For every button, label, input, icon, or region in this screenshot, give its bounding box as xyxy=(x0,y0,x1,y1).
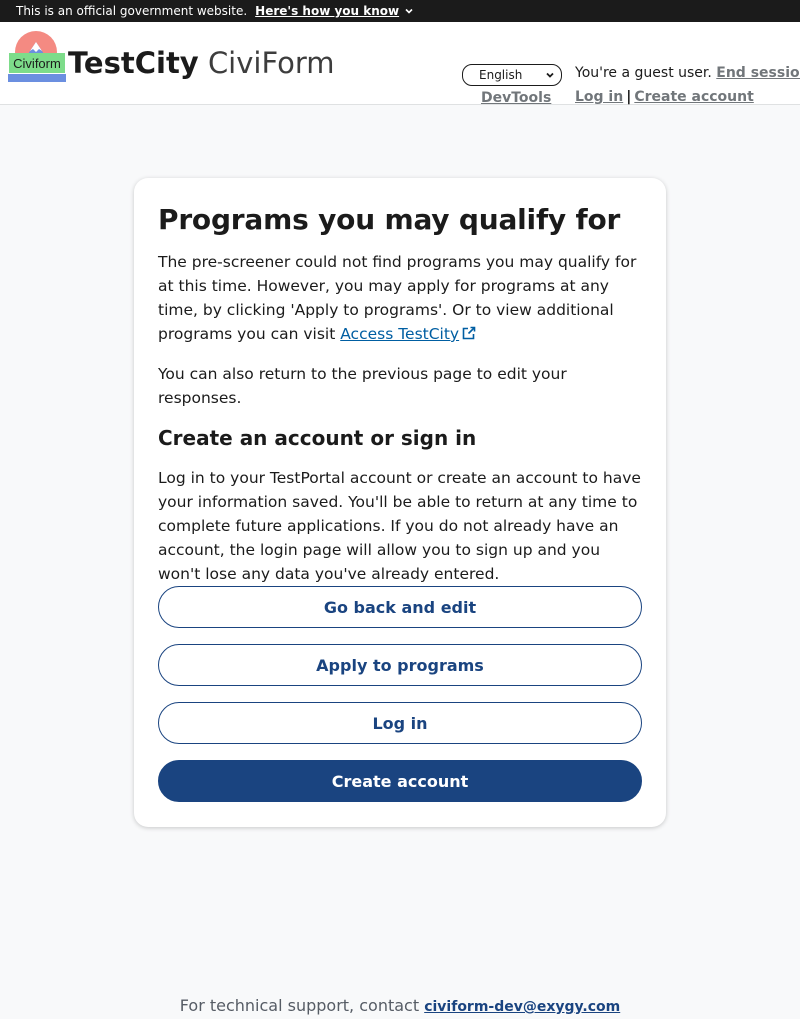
guest-status: You're a guest user. End session xyxy=(575,65,800,81)
gov-banner-text: This is an official government website. xyxy=(16,4,248,18)
create-account-button[interactable]: Create account xyxy=(158,760,642,802)
chevron-down-icon xyxy=(405,8,413,14)
auth-links: Log in | Create account xyxy=(575,89,754,105)
devtools-link[interactable]: DevTools xyxy=(481,90,551,106)
login-button[interactable]: Log in xyxy=(158,702,642,744)
chevron-down-icon xyxy=(546,72,554,78)
apply-to-programs-button[interactable]: Apply to programs xyxy=(158,644,642,686)
language-select[interactable]: English xyxy=(462,64,562,86)
brand-app: CiviForm xyxy=(207,46,335,80)
how-you-know-label: Here's how you know xyxy=(255,4,400,18)
civiform-logo[interactable]: Civiform xyxy=(8,30,66,82)
support-text: For technical support, contact xyxy=(179,996,420,1015)
footer-support: For technical support, contact civiform-… xyxy=(0,996,800,1015)
language-value: English xyxy=(479,68,523,82)
site-header: Civiform TestCity CiviForm English DevTo… xyxy=(0,22,800,106)
page-title: Programs you may qualify for xyxy=(158,203,621,236)
account-heading: Create an account or sign in xyxy=(158,426,477,450)
account-info-text: Log in to your TestPortal account or cre… xyxy=(158,469,641,583)
external-link-icon xyxy=(462,326,476,340)
return-text: You can also return to the previous page… xyxy=(158,365,567,407)
logo-text: Civiform xyxy=(13,56,61,71)
guest-text: You're a guest user. xyxy=(575,65,712,81)
how-you-know-button[interactable]: Here's how you know xyxy=(255,4,415,18)
header-login-link[interactable]: Log in xyxy=(575,89,623,105)
access-testcity-link[interactable]: Access TestCity xyxy=(340,325,477,343)
brand-city: TestCity xyxy=(68,46,199,80)
go-back-button[interactable]: Go back and edit xyxy=(158,586,642,628)
access-testcity-label: Access TestCity xyxy=(340,325,460,343)
end-session-link[interactable]: End session xyxy=(716,65,800,81)
results-card: Programs you may qualify for The pre-scr… xyxy=(134,178,666,827)
brand-title: TestCity CiviForm xyxy=(68,46,335,80)
gov-banner: This is an official government website. … xyxy=(0,0,800,22)
auth-separator: | xyxy=(626,89,632,105)
header-create-account-link[interactable]: Create account xyxy=(634,89,753,105)
no-programs-text: The pre-screener could not find programs… xyxy=(158,250,642,346)
support-email-link[interactable]: civiform-dev@exygy.com xyxy=(424,999,620,1015)
